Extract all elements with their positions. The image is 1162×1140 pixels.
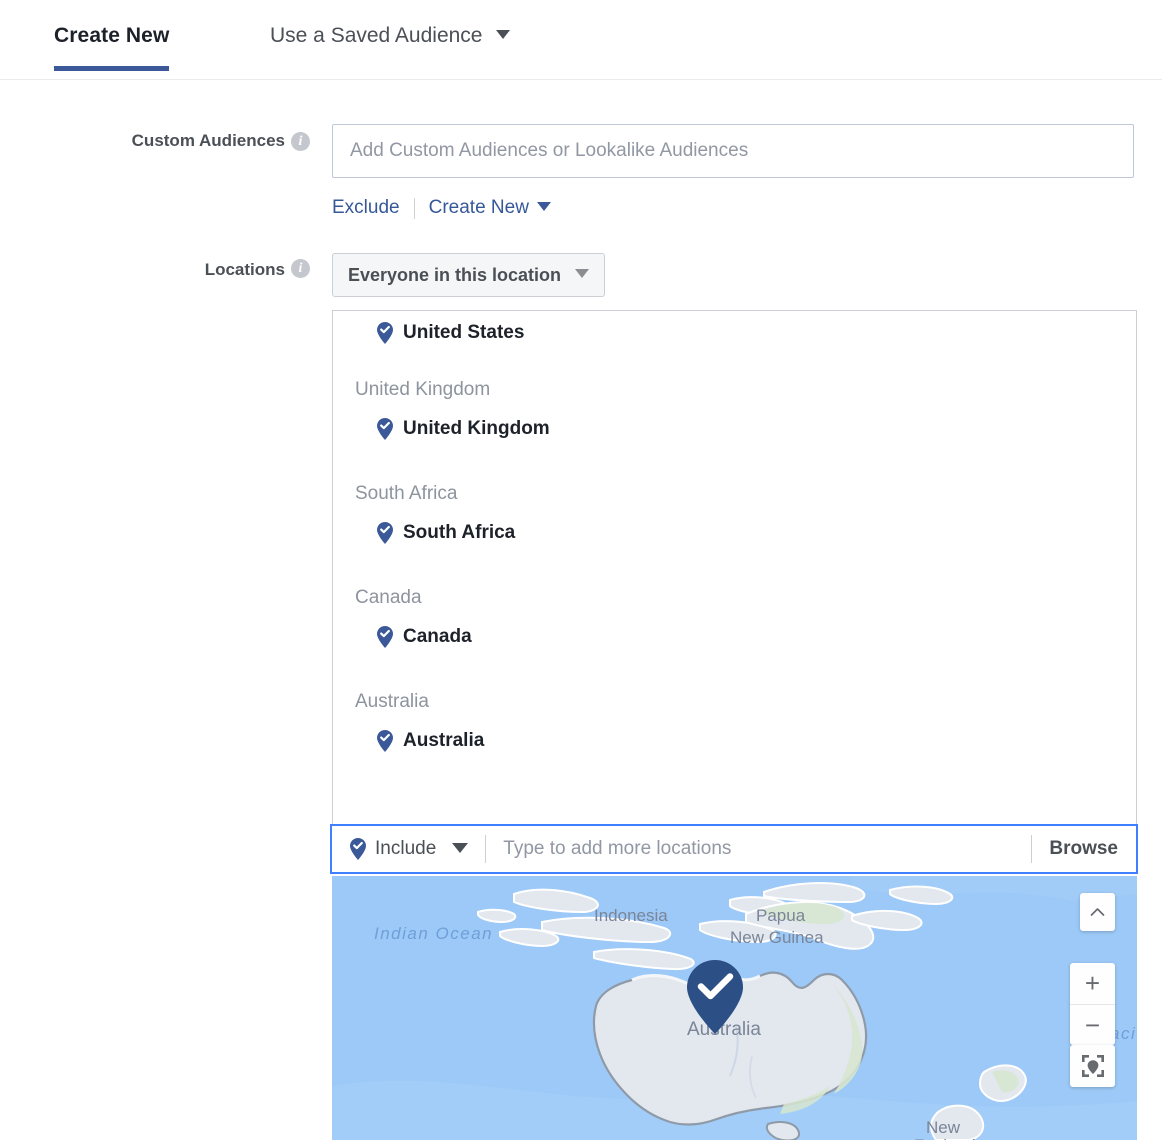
location-pin-check-icon	[377, 522, 393, 544]
location-pin-check-icon	[377, 730, 393, 752]
location-group-header: South Africa	[333, 477, 1136, 511]
custom-audiences-input[interactable]: Add Custom Audiences or Lookalike Audien…	[332, 124, 1134, 178]
browse-divider	[1031, 835, 1032, 863]
list-spacer	[333, 555, 1136, 581]
audience-tab-bar: Create New Use a Saved Audience	[0, 0, 1162, 80]
exclude-link[interactable]: Exclude	[332, 197, 400, 219]
tab-use-saved-audience-label: Use a Saved Audience	[270, 24, 482, 47]
selected-locations-list[interactable]: United States United Kingdom United King…	[332, 310, 1137, 825]
browse-button[interactable]: Browse	[1049, 838, 1136, 860]
include-mode-label: Include	[375, 838, 436, 860]
list-item-label: United Kingdom	[403, 418, 550, 440]
map-pin-check-icon[interactable]	[687, 960, 743, 1034]
location-scope-value: Everyone in this location	[348, 265, 561, 286]
list-item-label: Australia	[403, 730, 484, 752]
location-group-header: Canada	[333, 581, 1136, 615]
location-pin-check-icon	[377, 418, 393, 440]
list-spacer	[333, 355, 1136, 373]
list-item-label: United States	[403, 322, 524, 344]
list-item-label: South Africa	[403, 522, 515, 544]
custom-audiences-info-icon[interactable]: i	[291, 132, 310, 151]
custom-audiences-links: Exclude Create New	[332, 197, 551, 219]
tab-create-new[interactable]: Create New	[54, 24, 169, 48]
chevron-down-icon	[496, 30, 510, 39]
list-item[interactable]: United States	[333, 311, 1136, 355]
active-tab-underline	[54, 66, 169, 71]
list-item[interactable]: Canada	[333, 615, 1136, 659]
link-divider	[414, 198, 415, 219]
list-item[interactable]: United Kingdom	[333, 407, 1136, 451]
recenter-icon	[1081, 1054, 1105, 1078]
location-group-header: Australia	[333, 685, 1136, 719]
include-mode-dropdown[interactable]: Include	[350, 838, 468, 860]
map-recenter-button[interactable]	[1070, 1045, 1115, 1087]
tab-create-new-label: Create New	[54, 24, 169, 47]
list-spacer	[333, 451, 1136, 477]
custom-audiences-label: Custom Audiences	[0, 131, 285, 151]
location-group-header: United Kingdom	[333, 373, 1136, 407]
location-pin-check-icon	[350, 838, 366, 860]
list-item[interactable]: South Africa	[333, 511, 1136, 555]
tab-use-saved-audience[interactable]: Use a Saved Audience	[270, 24, 510, 48]
location-pin-check-icon	[377, 626, 393, 648]
list-item[interactable]: Australia	[333, 719, 1136, 763]
chevron-up-icon	[1090, 907, 1105, 917]
location-pin-check-icon	[377, 322, 393, 344]
location-search-bar: Include Type to add more locations Brows…	[330, 824, 1138, 874]
map-collapse-button[interactable]	[1080, 893, 1115, 931]
create-new-audience-link[interactable]: Create New	[429, 197, 529, 219]
locations-label: Locations	[0, 260, 285, 280]
chevron-down-icon	[452, 843, 468, 853]
location-search-input[interactable]: Type to add more locations	[503, 838, 1014, 860]
location-scope-dropdown[interactable]: Everyone in this location	[332, 253, 605, 297]
locations-info-icon[interactable]: i	[291, 259, 310, 278]
chevron-down-icon[interactable]	[537, 202, 551, 211]
chevron-down-icon	[575, 269, 589, 278]
list-spacer	[333, 659, 1136, 685]
location-map[interactable]: Indian Ocean Indonesia Papua New Guinea …	[332, 876, 1137, 1140]
map-zoom-in-button[interactable]: +	[1070, 963, 1115, 1004]
map-zoom-controls: + −	[1070, 963, 1115, 1045]
map-zoom-out-button[interactable]: −	[1070, 1004, 1115, 1045]
list-item-label: Canada	[403, 626, 472, 648]
search-bar-divider	[485, 835, 486, 863]
custom-audiences-placeholder: Add Custom Audiences or Lookalike Audien…	[350, 140, 748, 162]
